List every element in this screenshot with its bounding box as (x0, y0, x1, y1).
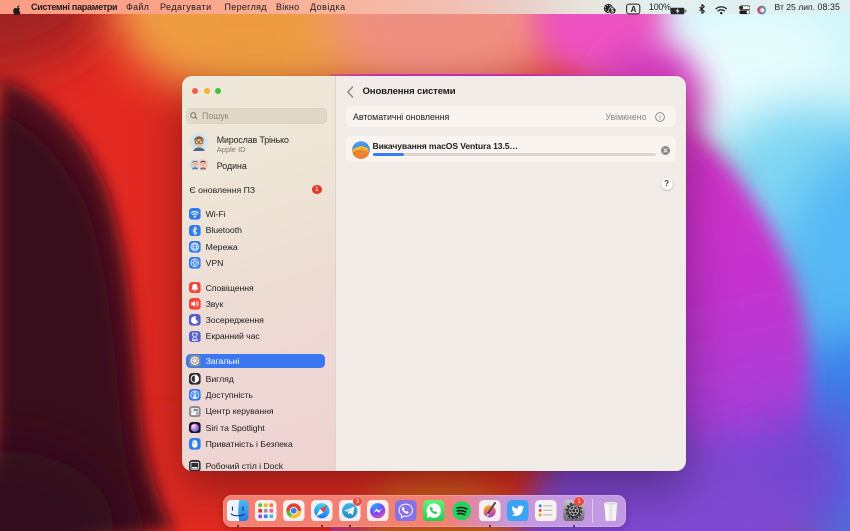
svg-text:i: i (659, 114, 661, 122)
svg-text:A: A (630, 4, 636, 13)
